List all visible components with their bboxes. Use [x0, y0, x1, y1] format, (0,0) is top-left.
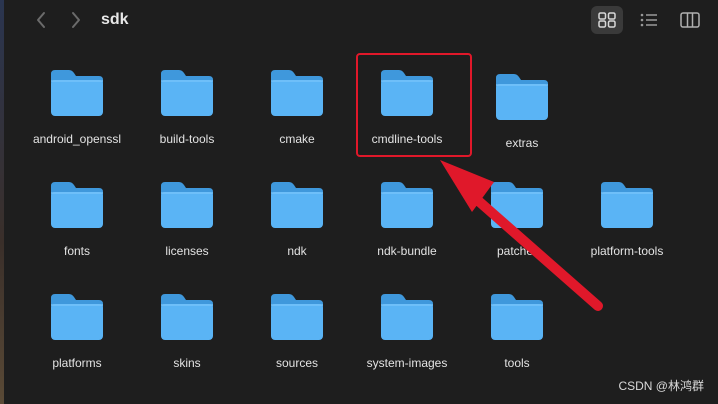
annotation-arrow: [440, 160, 603, 311]
watermark: CSDN @林鸿群: [618, 379, 704, 393]
